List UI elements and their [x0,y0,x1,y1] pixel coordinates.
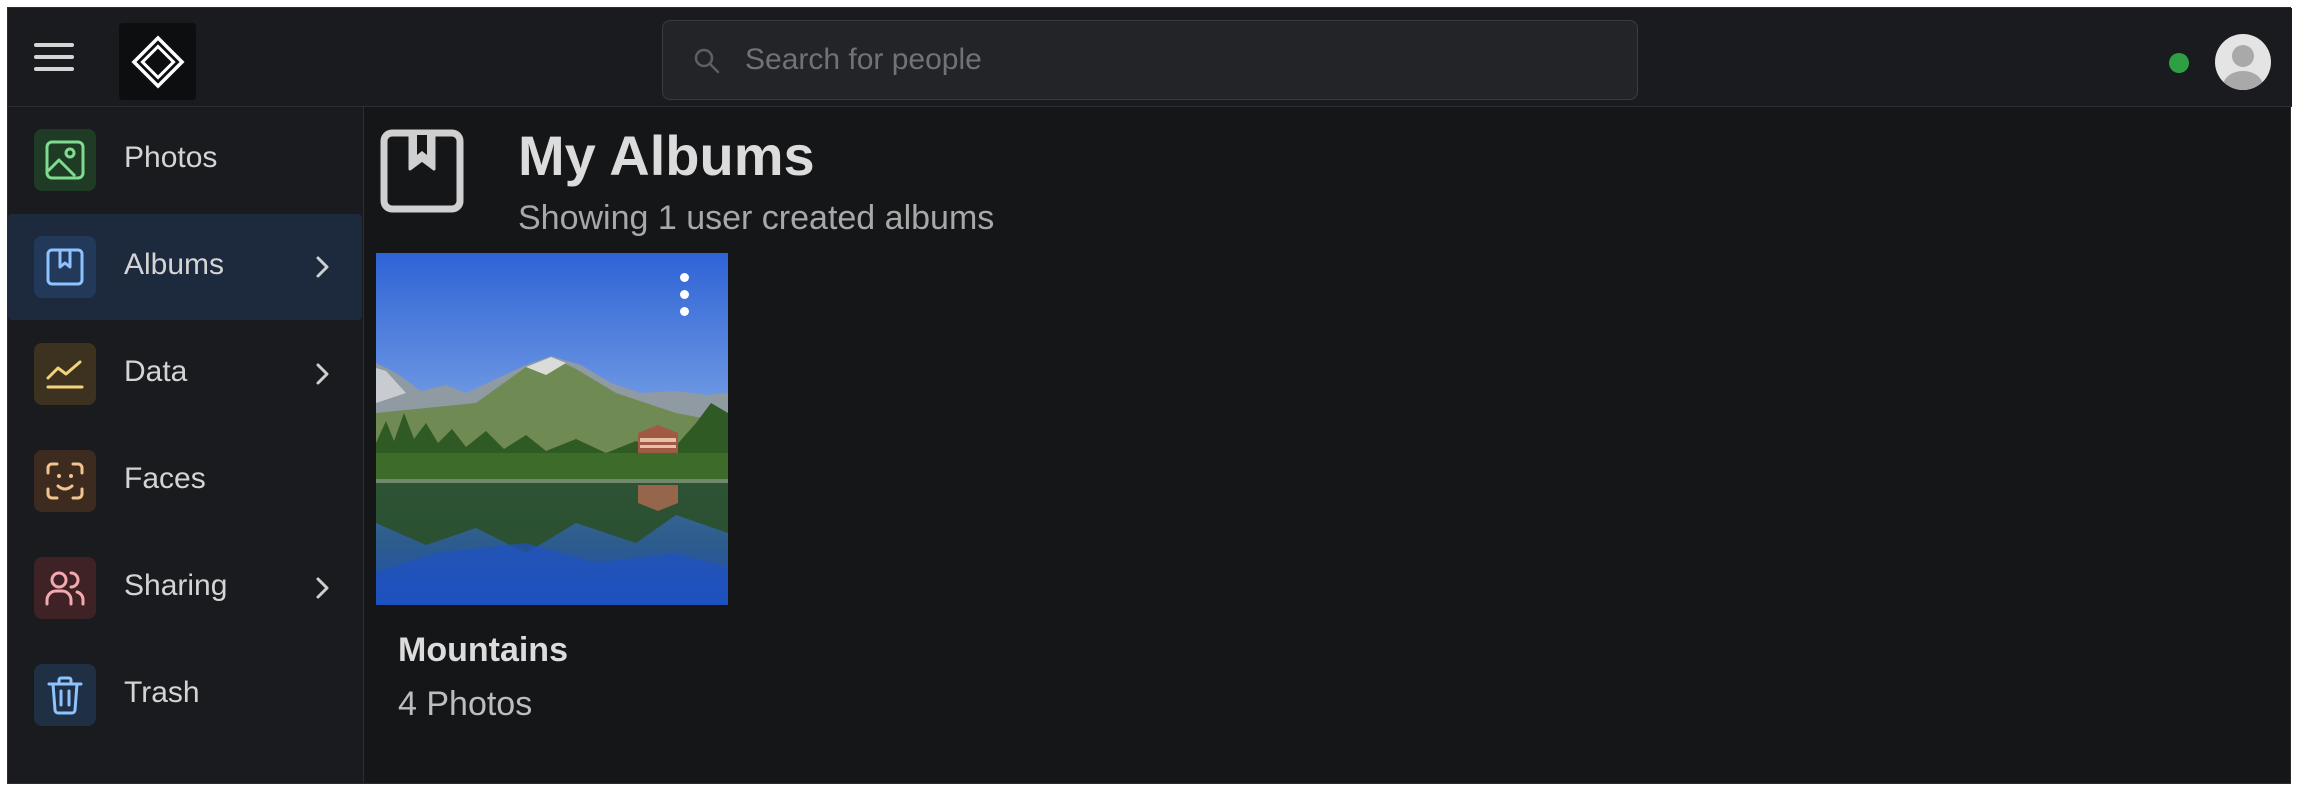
search-input[interactable] [745,21,1615,99]
sidebar-item-sharing[interactable]: Sharing [8,535,362,641]
online-status-indicator [2169,53,2189,73]
sidebar-item-faces[interactable]: Faces [8,428,362,534]
album-icon [34,236,96,298]
sidebar-item-label: Trash [124,676,200,709]
sidebar: Photos Albums Data Faces Sharing Trash [8,107,364,783]
main-content: My Albums Showing 1 user created albums [364,107,2290,783]
chevron-right-icon [316,363,329,385]
sidebar-item-albums[interactable]: Albums [8,214,362,320]
sidebar-item-label: Photos [124,141,218,174]
trash-icon [34,664,96,726]
sidebar-item-label: Faces [124,462,206,495]
album-icon [380,129,464,213]
diamond-logo-icon[interactable] [119,23,196,100]
album-card[interactable] [376,253,728,613]
search-bar[interactable] [662,20,1638,100]
sidebar-item-label: Data [124,355,188,388]
sidebar-item-label: Albums [124,248,225,281]
page-subtitle: Showing 1 user created albums [518,199,995,237]
chart-icon [34,343,96,405]
chevron-right-icon [316,577,329,599]
users-icon [34,557,96,619]
kebab-menu-icon[interactable] [674,273,694,317]
sidebar-item-photos[interactable]: Photos [8,107,362,213]
chevron-right-icon [316,256,329,278]
face-scan-icon [34,450,96,512]
hamburger-icon[interactable] [34,41,74,73]
album-name[interactable]: Mountains [398,631,568,670]
top-bar [8,8,2292,107]
search-icon [694,48,720,74]
sidebar-item-label: Sharing [124,569,228,602]
page-title: My Albums [518,124,815,187]
album-photo-count: 4 Photos [398,685,533,723]
photo-icon [34,129,96,191]
user-avatar-icon[interactable] [2215,34,2271,90]
app-window: Photos Albums Data [7,7,2292,784]
sidebar-item-trash[interactable]: Trash [8,642,362,748]
sidebar-item-data[interactable]: Data [8,321,362,427]
